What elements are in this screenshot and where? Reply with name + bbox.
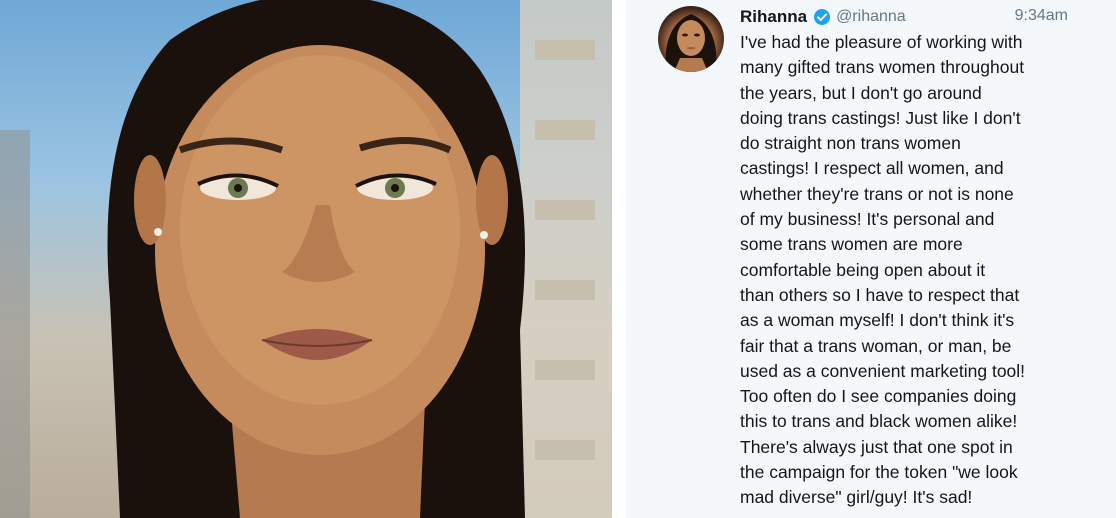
tweet-line: as a woman myself! I don't think it's: [740, 310, 1015, 331]
panel-divider: [612, 0, 626, 518]
tweet-line: There's always just that one spot in: [740, 436, 1013, 457]
tweet-line: used as a convenient marketing tool!: [740, 360, 1026, 381]
tweet-line: fair that a trans woman, or man, be: [740, 335, 1012, 356]
tweet-line: than others so I have to respect that: [740, 284, 1020, 305]
tweet-line: castings! I respect all women, and: [740, 158, 1004, 179]
tweet-text: I've had the pleasure of working with ma…: [740, 30, 1082, 511]
tweet-line: I've had the pleasure of working with: [740, 32, 1023, 52]
tweet-line: mad diverse" girl/guy! It's sad!: [740, 487, 973, 508]
verified-badge-icon: [813, 8, 831, 26]
avatar-image: [665, 14, 717, 72]
portrait-illustration: [0, 0, 612, 518]
tweet-timestamp[interactable]: 9:34am: [1015, 7, 1068, 25]
tweet-line: some trans women are more: [740, 234, 963, 255]
tweet-line: whether they're trans or not is none: [740, 183, 1014, 204]
tweet-line: do straight non trans women: [740, 133, 961, 154]
tweet-card: Rihanna @rihanna 9:34am I've had the ple…: [626, 0, 1116, 518]
tweet-line: doing trans castings! Just like I don't: [740, 107, 1021, 128]
tweet-line: the years, but I don't go around: [740, 82, 982, 103]
tweet-line: this to trans and black women alike!: [740, 411, 1018, 432]
avatar[interactable]: [658, 6, 724, 72]
author-handle[interactable]: @rihanna: [836, 8, 906, 26]
tweet-line: the campaign for the token "we look: [740, 462, 1018, 483]
tweet-line: Too often do I see companies doing: [740, 386, 1017, 407]
tweet-line: many gifted trans women throughout: [740, 57, 1025, 78]
author-name[interactable]: Rihanna: [740, 7, 807, 27]
portrait-photo: [0, 0, 612, 518]
tweet-line: of my business! It's personal and: [740, 209, 995, 230]
tweet-line: comfortable being open about it: [740, 259, 986, 280]
